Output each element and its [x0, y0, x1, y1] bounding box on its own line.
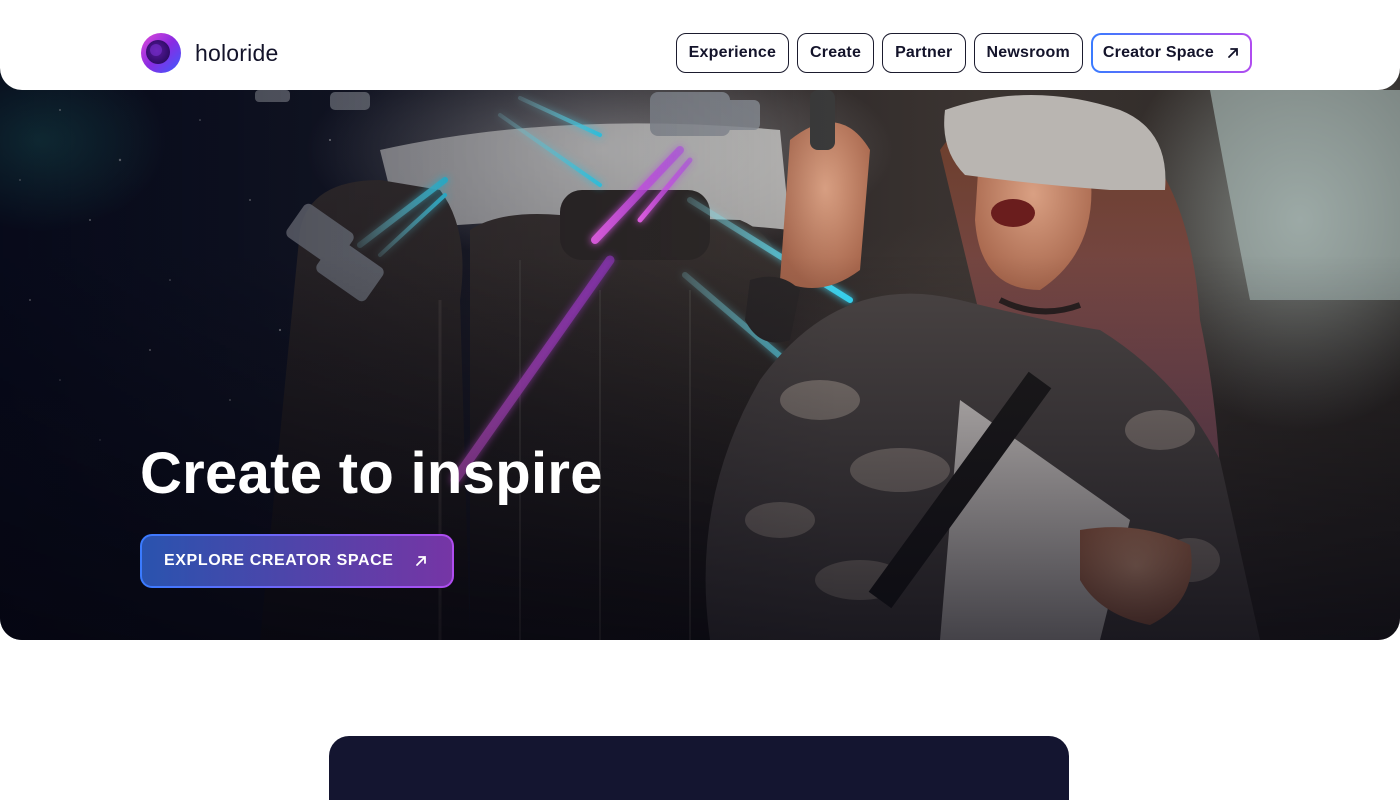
explore-creator-space-button[interactable]: EXPLORE CREATOR SPACE — [140, 534, 454, 588]
top-navbar: holoride Experience Create Partner Newsr… — [0, 0, 1400, 90]
cta-label: EXPLORE CREATOR SPACE — [164, 552, 394, 569]
arrow-up-right-icon — [1228, 48, 1238, 58]
nav-newsroom[interactable]: Newsroom — [973, 33, 1083, 73]
media-card — [329, 736, 1069, 800]
nav-partner[interactable]: Partner — [882, 33, 966, 73]
holoride-ring-logo-icon — [141, 33, 181, 73]
brand-name: holoride — [195, 39, 279, 66]
hero-section: Create to inspire EXPLORE CREATOR SPACE — [0, 0, 1400, 640]
holoride-logo[interactable]: holoride — [139, 31, 278, 75]
creator-space-label: Creator Space — [1102, 44, 1214, 61]
arrow-up-right-icon — [415, 556, 426, 566]
nav-experience[interactable]: Experience — [675, 33, 790, 73]
nav-creator-space[interactable]: Creator Space — [1091, 33, 1252, 73]
main-nav: Experience Create Partner Newsroom Creat… — [675, 33, 1252, 73]
hero-title: Create to inspire — [140, 441, 603, 506]
nav-create[interactable]: Create — [797, 33, 875, 73]
